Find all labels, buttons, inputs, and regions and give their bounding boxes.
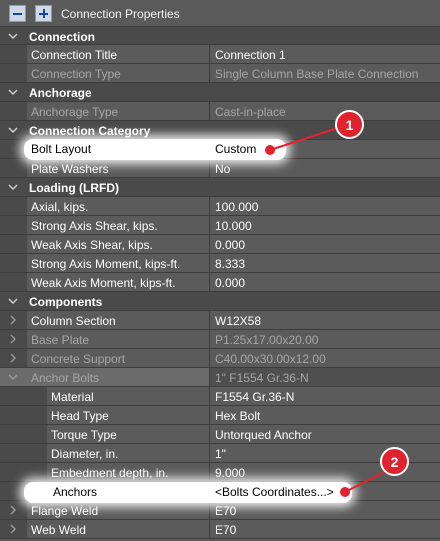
callout-badge-2: 2 [380, 447, 409, 476]
callout-badge-1: 1 [335, 110, 364, 139]
callout-lines [265, 127, 389, 497]
